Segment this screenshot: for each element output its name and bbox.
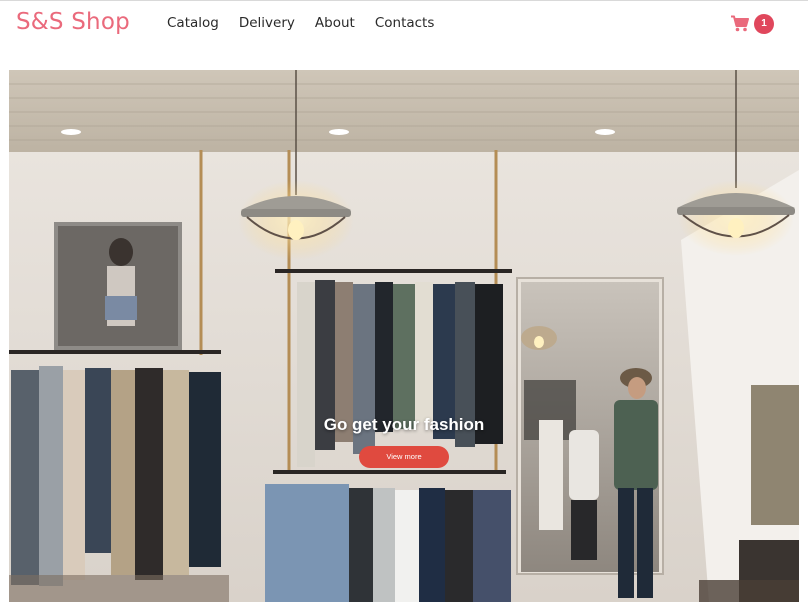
hero-title: Go get your fashion bbox=[323, 415, 485, 434]
main-nav: Catalog Delivery About Contacts bbox=[167, 15, 434, 31]
site-logo[interactable]: S&S Shop bbox=[16, 9, 130, 35]
site-header: S&S Shop Catalog Delivery About Contacts… bbox=[0, 0, 808, 46]
nav-about[interactable]: About bbox=[315, 15, 355, 31]
hero-background-image bbox=[9, 70, 799, 602]
nav-catalog[interactable]: Catalog bbox=[167, 15, 219, 31]
cart-count-badge: 1 bbox=[754, 14, 774, 34]
view-more-button[interactable]: View more bbox=[359, 446, 449, 468]
shopping-cart-icon bbox=[731, 15, 749, 32]
nav-delivery[interactable]: Delivery bbox=[239, 15, 295, 31]
hero-banner: Go get your fashion View more bbox=[9, 70, 799, 602]
nav-contacts[interactable]: Contacts bbox=[375, 15, 435, 31]
cart-button[interactable]: 1 bbox=[731, 13, 776, 37]
